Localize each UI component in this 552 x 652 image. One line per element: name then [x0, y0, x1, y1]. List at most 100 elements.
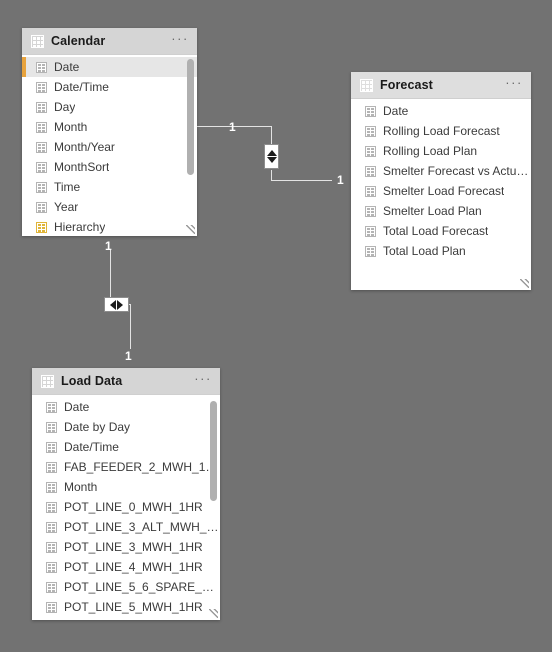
field-label: Hierarchy: [54, 220, 106, 234]
cross-filter-badge-calendar-loaddata[interactable]: [104, 297, 129, 312]
field-row[interactable]: POT_LINE_5_6_SPARE_M…: [32, 577, 220, 597]
table-field-list-loaddata[interactable]: Date Date by Day Date/Time FAB_FEEDER_2_…: [32, 395, 220, 620]
table-field-icon: [36, 61, 47, 73]
field-label: Month: [64, 480, 98, 494]
field-label: POT_LINE_5_MWH_1HR: [64, 600, 203, 614]
field-row[interactable]: POT_LINE_4_MWH_1HR: [32, 557, 220, 577]
table-card-forecast[interactable]: Forecast ··· Date Rolling Load Forecast …: [351, 72, 531, 290]
table-field-list-calendar[interactable]: Date Date/Time Day Month Month/Year Mont…: [22, 55, 197, 236]
field-row[interactable]: Year: [22, 197, 197, 217]
table-field-icon: [46, 541, 57, 553]
field-row[interactable]: Date: [32, 397, 220, 417]
field-label: POT_LINE_4_MWH_1HR: [64, 560, 203, 574]
table-card-loaddata[interactable]: Load Data ··· Date Date by Day Date/Time…: [32, 368, 220, 620]
arrow-left-icon: [110, 299, 116, 310]
field-row[interactable]: Time: [22, 177, 197, 197]
table-field-icon: [36, 101, 47, 113]
arrow-right-icon: [117, 299, 123, 310]
table-header-calendar[interactable]: Calendar ···: [22, 28, 197, 55]
table-header-forecast[interactable]: Forecast ···: [351, 72, 531, 99]
arrow-down-icon: [266, 157, 277, 163]
field-label: MonthSort: [54, 160, 110, 174]
field-label: Date: [64, 400, 90, 414]
field-row[interactable]: Month: [32, 477, 220, 497]
field-label: FAB_FEEDER_2_MWH_1HR: [64, 460, 220, 474]
field-row[interactable]: Date/Time: [22, 77, 197, 97]
table-field-icon: [36, 141, 47, 153]
table-menu-button-loaddata[interactable]: ···: [194, 372, 212, 387]
field-row[interactable]: Month/Year: [22, 137, 197, 157]
table-field-list-forecast[interactable]: Date Rolling Load Forecast Rolling Load …: [351, 99, 531, 290]
field-row[interactable]: Total Load Plan: [351, 241, 531, 261]
table-field-icon: [46, 461, 57, 473]
resize-handle-loaddata[interactable]: [209, 609, 218, 618]
vertical-scrollbar-loaddata[interactable]: [210, 401, 217, 501]
relationship-line-calendar-forecast-seg4: [271, 180, 332, 181]
field-row[interactable]: Smelter Forecast vs Actua…: [351, 161, 531, 181]
field-row[interactable]: POT_LINE_3_MWH_1HR: [32, 537, 220, 557]
cross-filter-badge-calendar-forecast[interactable]: [264, 144, 279, 169]
field-row[interactable]: Date: [351, 101, 531, 121]
table-card-calendar[interactable]: Calendar ··· Date Date/Time Day Month Mo…: [22, 28, 197, 236]
table-icon: [41, 374, 54, 388]
field-row[interactable]: POT_LINE_3_ALT_MWH_1…: [32, 517, 220, 537]
table-field-icon: [365, 205, 376, 217]
field-label: Smelter Load Forecast: [383, 184, 505, 198]
arrow-up-icon: [266, 150, 277, 156]
table-field-icon: [365, 125, 376, 137]
field-row[interactable]: FAB_FEEDER_2_MWH_1HR: [32, 457, 220, 477]
table-field-icon: [46, 421, 57, 433]
table-title-forecast: Forecast: [380, 78, 433, 92]
field-label: POT_LINE_3_ALT_MWH_1…: [64, 520, 220, 534]
field-label: POT_LINE_5_6_SPARE_M…: [64, 580, 220, 594]
field-row[interactable]: Smelter Load Plan: [351, 201, 531, 221]
hierarchy-icon: [36, 221, 47, 233]
field-row[interactable]: POT_LINE_0_MWH_1HR: [32, 497, 220, 517]
field-label: Day: [54, 100, 76, 114]
field-row[interactable]: Total Load Forecast: [351, 221, 531, 241]
vertical-scrollbar-calendar[interactable]: [187, 59, 194, 175]
field-row[interactable]: Rolling Load Forecast: [351, 121, 531, 141]
model-view-canvas[interactable]: 1 1 1 1 Calendar ··· Date Date/Time Day …: [0, 0, 552, 652]
field-label: Smelter Forecast vs Actua…: [383, 164, 531, 178]
field-label: Time: [54, 180, 81, 194]
field-row[interactable]: Day: [22, 97, 197, 117]
table-header-loaddata[interactable]: Load Data ···: [32, 368, 220, 395]
table-field-icon: [36, 81, 47, 93]
cardinality-label-calendar-forecast-to: 1: [337, 173, 344, 187]
field-label: Date: [54, 60, 80, 74]
resize-handle-calendar[interactable]: [186, 225, 195, 234]
table-field-icon: [36, 161, 47, 173]
table-field-icon: [365, 165, 376, 177]
field-label: Date by Day: [64, 420, 131, 434]
table-menu-button-calendar[interactable]: ···: [171, 32, 189, 47]
field-row[interactable]: POT_LINE_5_MWH_1HR: [32, 597, 220, 617]
table-menu-button-forecast[interactable]: ···: [505, 76, 523, 91]
field-row[interactable]: Smelter Load Forecast: [351, 181, 531, 201]
field-row[interactable]: Date: [22, 57, 197, 77]
table-field-icon: [46, 561, 57, 573]
field-row[interactable]: Month: [22, 117, 197, 137]
table-field-icon: [46, 601, 57, 613]
field-row[interactable]: Date by Day: [32, 417, 220, 437]
cardinality-label-calendar-loaddata-from: 1: [105, 239, 112, 253]
table-field-icon: [365, 145, 376, 157]
relationship-line-calendar-forecast-seg2: [271, 126, 272, 145]
relationship-line-calendar-loaddata-seg1: [110, 250, 111, 297]
resize-handle-forecast[interactable]: [520, 279, 529, 288]
field-label: Rolling Load Plan: [383, 144, 478, 158]
field-label: Date/Time: [64, 440, 119, 454]
table-field-icon: [46, 581, 57, 593]
field-row[interactable]: Rolling Load Plan: [351, 141, 531, 161]
field-row[interactable]: Hierarchy: [22, 217, 197, 236]
field-label: Total Load Plan: [383, 244, 466, 258]
field-label: POT_LINE_3_MWH_1HR: [64, 540, 203, 554]
table-title-calendar: Calendar: [51, 34, 106, 48]
field-row[interactable]: MonthSort: [22, 157, 197, 177]
field-label: POT_LINE_0_MWH_1HR: [64, 500, 203, 514]
field-label: Smelter Load Plan: [383, 204, 482, 218]
table-field-icon: [365, 225, 376, 237]
table-field-icon: [365, 185, 376, 197]
field-row[interactable]: Date/Time: [32, 437, 220, 457]
table-field-icon: [365, 245, 376, 257]
